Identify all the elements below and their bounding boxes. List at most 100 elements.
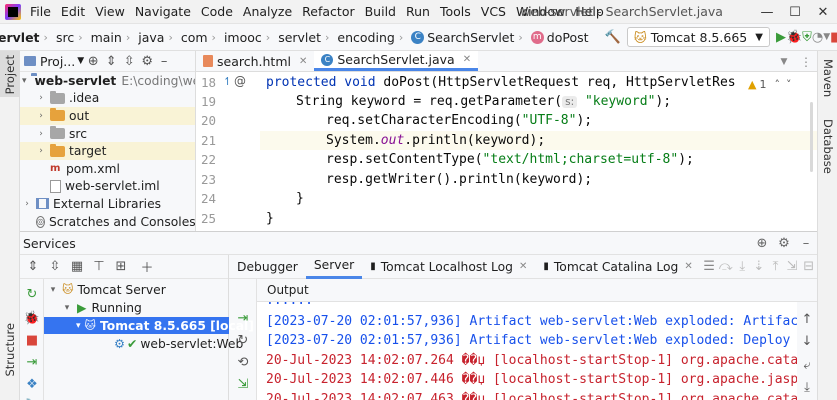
menu-navigate[interactable]: Navigate [130,0,196,24]
breadcrumb-searchservlet[interactable]: C SearchServlet › [409,30,529,45]
profile-icon[interactable]: ◔ [812,26,823,48]
code-editor[interactable]: 18 19 20 21 22 23 24 25 ↿ @ protected vo… [196,72,817,231]
deploy-icon[interactable]: ⇥ [21,351,43,373]
minimize-icon[interactable]: — [753,0,781,24]
debug-icon[interactable]: 🐞 [21,307,43,329]
chevron-down-icon[interactable]: ▼ [77,56,84,66]
menu-view[interactable]: View [90,0,130,24]
tree-item-target[interactable]: › target [20,142,195,160]
chevron-right-icon: › [39,146,43,157]
arrow-down-icon[interactable]: ↓ [796,330,818,352]
tab-list-chevron-icon[interactable]: ▼ [773,51,795,73]
hide-panel-icon[interactable]: – [795,232,817,254]
locate-icon[interactable]: ⊕ [84,51,102,72]
breadcrumb-project[interactable]: ervlet › [0,30,54,45]
override-marker-icon[interactable]: ↿ [223,75,232,88]
tab-search-html[interactable]: search.html ✕ [196,51,314,71]
service-artifact[interactable]: ⚙ ✔ web-servlet:Web [114,335,243,352]
tree-item-pom[interactable]: m pom.xml [20,160,195,178]
service-tomcat-server[interactable]: ▾ 🐱 Tomcat Server [48,281,166,298]
project-tool-tab[interactable]: Project [0,51,20,97]
tab-catalina-log[interactable]: ▮ Tomcat Catalina Log ✕ [535,255,700,279]
tree-item-idea[interactable]: › .idea [20,90,195,108]
rerun-icon[interactable]: ↻ [21,283,43,305]
chevron-down-icon[interactable]: ˅ [786,78,792,91]
breadcrumb-dopost[interactable]: m doPost [529,30,591,45]
collapse-all-icon[interactable]: ⇳ [44,256,66,278]
more-run-chevron-icon[interactable]: ▼ [823,26,830,48]
scroll-to-end-icon[interactable]: ⤓ [796,376,818,398]
breadcrumb-main[interactable]: main › [89,30,137,45]
menu-lines-icon[interactable]: ☰ [701,256,718,278]
menu-analyze[interactable]: Analyze [238,0,297,24]
hide-panel-icon[interactable]: – [156,51,172,72]
menu-run[interactable]: Run [401,0,435,24]
close-tab-icon[interactable]: ✕ [684,261,692,272]
new-tab-icon[interactable]: ⊞ [110,256,132,278]
console-output[interactable]: ...... [2023-07-20 02:01:57,936] Artifac… [257,302,797,400]
menu-build[interactable]: Build [360,0,401,24]
crosshair-icon[interactable]: ⊕ [751,232,773,254]
breadcrumb-com[interactable]: com › [179,30,222,45]
menu-vcs[interactable]: VCS [476,0,511,24]
tab-searchservlet-java[interactable]: C SearchServlet.java ✕ [314,51,479,71]
breadcrumb-encoding[interactable]: encoding › [335,30,409,45]
deploy-all-icon[interactable]: ⇲ [232,373,254,395]
collapse-all-icon[interactable]: ⇳ [120,51,138,72]
run-icon[interactable]: ▶ [776,26,786,48]
expand-all-icon[interactable]: ⇕ [102,51,120,72]
breadcrumb-java[interactable]: java › [136,30,179,45]
filter-icon[interactable]: ⊤ [88,256,110,278]
menu-edit[interactable]: Edit [56,0,90,24]
database-tool-tab[interactable]: Database [818,119,837,179]
inspection-widget[interactable]: ▲ 1 ˄ ˅ [748,75,817,93]
tree-item-web-servlet[interactable]: ▾ web-servlet E:\coding\web-s [20,72,195,90]
breadcrumb-servlet[interactable]: servlet › [276,30,335,45]
wrench-icon[interactable]: 🔧 [21,395,43,400]
tab-server[interactable]: Server [305,255,363,279]
dependencies-icon[interactable]: ❖ [21,373,43,395]
gear-icon[interactable]: ⚙ [773,232,795,254]
menu-refactor[interactable]: Refactor [297,0,359,24]
chevron-up-icon[interactable]: ˄ [774,78,780,91]
update-icon[interactable]: ⟲ [232,351,254,373]
close-tab-icon[interactable]: ✕ [519,261,527,272]
breadcrumb-src[interactable]: src › [54,30,89,45]
service-running-group[interactable]: ▾ ▶ Running [62,299,142,316]
build-hammer-icon[interactable]: 🔨 [605,26,621,48]
close-tab-icon[interactable]: ✕ [299,56,307,67]
menu-tools[interactable]: Tools [435,0,476,24]
add-icon[interactable]: ＋ [136,256,158,278]
refresh-icon[interactable]: ↻ [232,329,254,351]
gear-icon[interactable]: ⚙ [138,51,156,72]
maven-tool-tab[interactable]: Maven [818,59,837,111]
coverage-icon[interactable]: ⛨ [802,26,812,48]
group-by-icon[interactable]: ▦ [66,256,88,278]
menu-file[interactable]: File [25,0,56,24]
tab-localhost-log[interactable]: ▮ Tomcat Localhost Log ✕ [362,255,535,279]
stop-icon[interactable]: ■ [830,26,837,48]
project-view-selector[interactable]: Proj... [40,54,75,69]
tree-item-out[interactable]: › out [20,107,195,125]
tree-item-external-libraries[interactable]: › External Libraries [20,195,195,213]
tab-debugger[interactable]: Debugger [229,255,306,279]
arrow-up-icon[interactable]: ↑ [796,308,818,330]
debug-icon[interactable]: 🐞 [786,26,802,48]
maximize-icon[interactable]: ☐ [781,0,809,24]
soft-wrap-icon[interactable]: ⤶ [796,354,818,376]
structure-tool-tab[interactable]: Structure [0,321,20,383]
more-icon[interactable]: ⋮ [795,51,817,73]
close-tab-icon[interactable]: ✕ [463,54,471,65]
editor-scrollbar[interactable] [810,102,813,172]
stop-icon[interactable]: ■ [21,329,43,351]
breadcrumb-imooc[interactable]: imooc › [222,30,276,45]
tree-item-iml[interactable]: web-servlet.iml [20,178,195,196]
service-tomcat-instance[interactable]: ▾ 🐱 Tomcat 8.5.665 [local] [44,317,254,334]
menu-code[interactable]: Code [196,0,238,24]
expand-all-icon[interactable]: ⇕ [22,256,44,278]
tree-item-src[interactable]: › src [20,125,195,143]
run-config-selector[interactable]: 🐱 Tomcat 8.5.665 ▼ [626,27,770,47]
close-icon[interactable]: ✕ [809,0,837,24]
tree-item-scratches[interactable]: ◎ Scratches and Consoles [20,213,195,231]
redeploy-icon[interactable]: ⇥ [232,307,254,329]
